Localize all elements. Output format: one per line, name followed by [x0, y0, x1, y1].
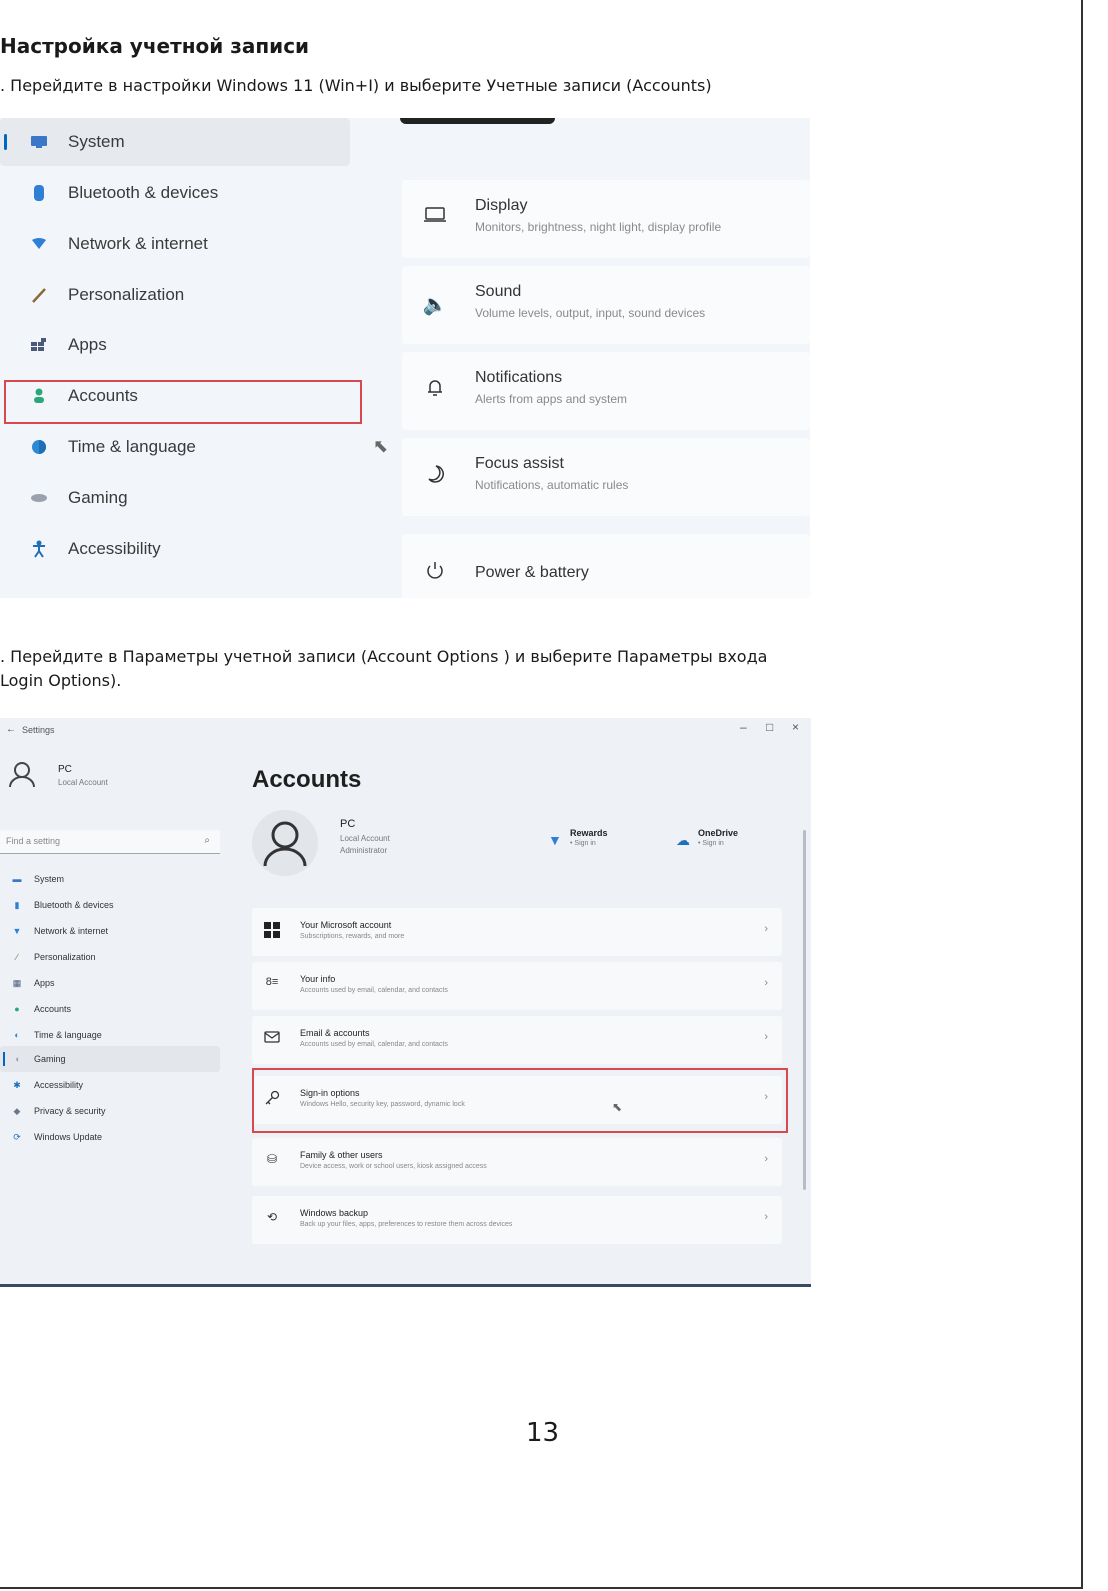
- window-title: Settings: [22, 725, 55, 735]
- search-input[interactable]: Find a setting ⌕: [0, 830, 220, 854]
- step-1-text: . Перейдите в настройки Windows 11 (Win+…: [0, 76, 712, 95]
- nav-item-gaming[interactable]: ◖ Gaming: [10, 1046, 65, 1072]
- monitor-icon: [28, 131, 50, 153]
- nav-item-accessibility[interactable]: Accessibility: [10, 531, 161, 567]
- bell-icon: [422, 378, 448, 404]
- contact-card-icon: 8≡: [265, 976, 279, 988]
- card-email-accounts[interactable]: Email & accounts Accounts used by email,…: [252, 1016, 782, 1064]
- mouse-cursor-icon: ⬉: [373, 436, 389, 456]
- search-icon: ⌕: [204, 835, 210, 846]
- nav-item-time-language[interactable]: ◐ Time & language: [10, 1022, 101, 1048]
- selected-indicator: [3, 1052, 5, 1066]
- mouse-cursor-icon: ⬉: [612, 1100, 623, 1114]
- avatar-icon: [8, 760, 36, 788]
- nav-item-system[interactable]: ▬ System: [10, 866, 65, 892]
- moon-icon: [422, 464, 448, 490]
- document-title: Настройка учетной записи: [0, 34, 310, 58]
- step-2-text-line1: . Перейдите в Параметры учетной записи (…: [0, 647, 768, 666]
- window-title-bar: ← Settings – □ ×: [0, 718, 811, 740]
- chevron-right-icon: ›: [764, 1031, 768, 1043]
- globe-icon: [28, 436, 50, 458]
- gamepad-icon: [28, 487, 50, 509]
- speaker-icon: 🔈: [422, 294, 448, 316]
- sign-in-options-highlight-box: [252, 1068, 788, 1133]
- chevron-right-icon: ›: [764, 1211, 768, 1223]
- avatar-icon: [252, 810, 318, 876]
- nav-item-bluetooth[interactable]: Bluetooth & devices: [10, 175, 218, 211]
- nav-item-time-language[interactable]: Time & language: [10, 429, 196, 465]
- accounts-highlight-box: [4, 380, 362, 424]
- card-microsoft-account[interactable]: Your Microsoft account Subscriptions, re…: [252, 908, 782, 956]
- page-number: 13: [525, 1418, 560, 1448]
- monitor-icon: ▬: [12, 874, 22, 884]
- card-windows-backup[interactable]: ⟲ Windows backup Back up your files, app…: [252, 1196, 782, 1244]
- windows-logo-icon: [262, 922, 282, 941]
- nav-item-privacy-security[interactable]: ◆ Privacy & security: [10, 1098, 106, 1124]
- nav-item-personalization[interactable]: ∕ Personalization: [10, 944, 95, 970]
- nav-item-gaming[interactable]: Gaming: [10, 480, 128, 516]
- nav-item-apps[interactable]: ▦ Apps: [10, 970, 55, 996]
- nav-item-apps[interactable]: Apps: [10, 327, 107, 363]
- bluetooth-icon: [28, 182, 50, 204]
- power-icon: [422, 560, 448, 586]
- nav-item-network[interactable]: Network & internet: [10, 226, 208, 262]
- mail-icon: [262, 1030, 282, 1046]
- step-2-text-line2: Login Options).: [0, 671, 122, 690]
- back-arrow-icon[interactable]: ←: [6, 724, 16, 735]
- card-display[interactable]: Display Monitors, brightness, night ligh…: [402, 180, 810, 258]
- apps-icon: [28, 334, 50, 356]
- settings-screenshot-1: System Bluetooth & devices Network & int…: [0, 118, 810, 598]
- nav-item-accessibility[interactable]: ✱ Accessibility: [10, 1072, 83, 1098]
- card-focus-assist[interactable]: Focus assist Notifications, automatic ru…: [402, 438, 810, 516]
- person-icon: ●: [14, 1004, 20, 1014]
- card-notifications[interactable]: Notifications Alerts from apps and syste…: [402, 352, 810, 430]
- scrollbar[interactable]: [803, 830, 806, 1190]
- update-icon: ⟳: [13, 1131, 21, 1142]
- wifi-icon: [28, 233, 50, 255]
- gamepad-icon: ◖: [14, 1054, 20, 1064]
- bluetooth-icon: ▮: [14, 899, 20, 910]
- maximize-icon[interactable]: □: [766, 720, 773, 734]
- cloud-icon: ☁: [676, 832, 690, 848]
- backup-icon: ⟲: [266, 1210, 278, 1224]
- card-power-battery[interactable]: Power & battery: [402, 534, 810, 598]
- brush-icon: ∕: [16, 952, 18, 962]
- card-sound[interactable]: 🔈 Sound Volume levels, output, input, so…: [402, 266, 810, 344]
- top-bar-element: [400, 118, 555, 124]
- accessibility-icon: [28, 538, 50, 560]
- chevron-right-icon: ›: [764, 923, 768, 935]
- rewards-icon: ▼: [548, 832, 562, 848]
- chevron-right-icon: ›: [764, 977, 768, 989]
- nav-item-windows-update[interactable]: ⟳ Windows Update: [10, 1124, 102, 1150]
- settings-screenshot-2: ← Settings – □ × PC Local Account Find a…: [0, 718, 811, 1287]
- nav-item-system[interactable]: System: [10, 124, 125, 160]
- page-title: Accounts: [252, 766, 362, 793]
- apps-icon: ▦: [12, 977, 22, 988]
- shield-icon: ◆: [13, 1105, 21, 1116]
- minimize-icon[interactable]: –: [740, 720, 747, 734]
- card-your-info[interactable]: 8≡ Your info Accounts used by email, cal…: [252, 962, 782, 1010]
- globe-icon: ◐: [14, 1030, 20, 1040]
- card-family-other-users[interactable]: ⛁ Family & other users Device access, wo…: [252, 1138, 782, 1186]
- close-icon[interactable]: ×: [792, 720, 799, 734]
- family-icon: ⛁: [266, 1152, 278, 1166]
- chevron-right-icon: ›: [764, 1153, 768, 1165]
- nav-item-bluetooth[interactable]: ▮ Bluetooth & devices: [10, 892, 114, 918]
- display-icon: [422, 206, 448, 232]
- accessibility-icon: ✱: [13, 1079, 21, 1090]
- wifi-icon: ▼: [12, 926, 22, 936]
- brush-icon: [28, 284, 50, 306]
- nav-item-personalization[interactable]: Personalization: [10, 277, 184, 313]
- selected-indicator: [4, 134, 7, 150]
- nav-item-accounts[interactable]: ● Accounts: [10, 996, 71, 1022]
- nav-item-network[interactable]: ▼ Network & internet: [10, 918, 109, 944]
